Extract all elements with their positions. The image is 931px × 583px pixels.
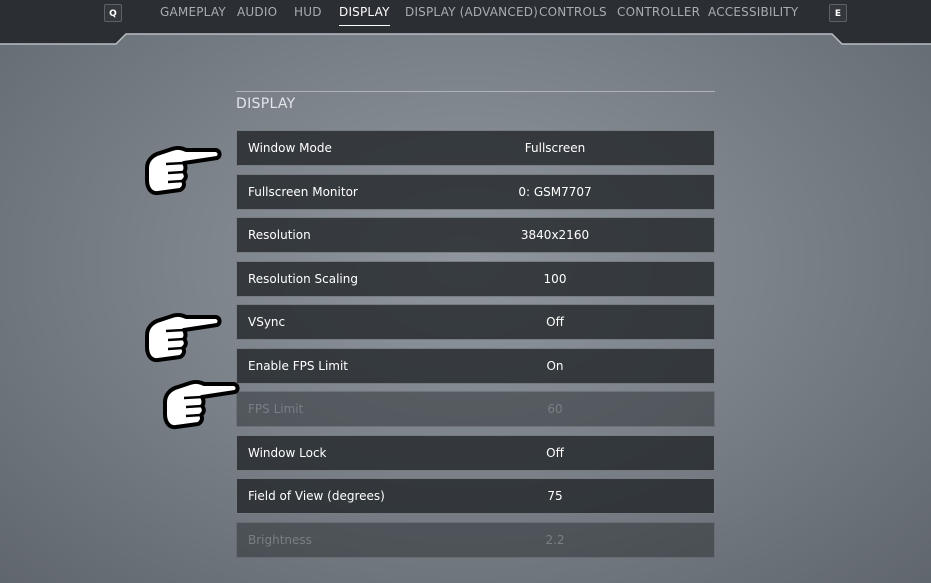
pointing-hand-icon — [163, 379, 240, 430]
setting-row-brightness: Brightness 2.2 — [236, 521, 715, 558]
setting-label: Enable FPS Limit — [248, 358, 349, 373]
setting-row-window-lock[interactable]: Window Lock Off — [236, 434, 715, 471]
setting-row-resolution-scaling[interactable]: Resolution Scaling 100 — [236, 260, 715, 297]
pointing-hand-icon — [145, 312, 222, 363]
pointing-hand-icon — [145, 145, 222, 196]
tab-audio[interactable]: AUDIO — [237, 5, 277, 19]
setting-value[interactable]: On — [505, 349, 605, 383]
setting-value: 2.2 — [545, 532, 565, 547]
setting-label: Resolution Scaling — [248, 271, 358, 286]
setting-label: FPS Limit — [248, 402, 304, 416]
setting-row-enable-fps-limit[interactable]: Enable FPS Limit On — [236, 347, 715, 384]
setting-value[interactable]: 100 — [505, 262, 605, 296]
setting-row-vsync[interactable]: VSync Off — [236, 304, 715, 340]
setting-label: Field of View (degrees) — [248, 489, 385, 503]
setting-label: VSync — [248, 315, 286, 329]
setting-label: Window Lock — [248, 445, 327, 460]
tab-accessibility[interactable]: ACCESSIBILITY — [708, 5, 798, 19]
setting-row-resolution[interactable]: Resolution 3840x2160 — [236, 217, 715, 253]
tab-display[interactable]: DISPLAY — [339, 5, 390, 26]
setting-row-fps-limit: FPS Limit 60 — [236, 391, 715, 427]
next-tab-key-hint[interactable]: E — [829, 4, 847, 22]
prev-tab-key-hint[interactable]: Q — [104, 4, 122, 22]
tab-controller[interactable]: CONTROLLER — [617, 5, 700, 19]
section-divider — [236, 91, 715, 92]
setting-label: Fullscreen Monitor — [248, 184, 358, 199]
setting-label: Window Mode — [248, 141, 332, 155]
setting-value[interactable]: Off — [505, 305, 605, 339]
setting-row-window-mode[interactable]: Window Mode Fullscreen — [236, 130, 715, 166]
tab-gameplay[interactable]: GAMEPLAY — [160, 5, 226, 19]
setting-value[interactable]: Fullscreen — [505, 131, 605, 165]
setting-label: Resolution — [248, 228, 311, 242]
setting-value[interactable]: Off — [505, 436, 605, 470]
setting-row-fullscreen-monitor[interactable]: Fullscreen Monitor 0: GSM7707 — [236, 173, 715, 210]
setting-label: Brightness — [248, 532, 312, 547]
tab-display-advanced[interactable]: DISPLAY (ADVANCED) — [405, 5, 538, 19]
setting-value[interactable]: 3840x2160 — [505, 218, 605, 252]
settings-list: Window Mode Fullscreen Fullscreen Monito… — [236, 130, 715, 565]
setting-row-field-of-view[interactable]: Field of View (degrees) 75 — [236, 478, 715, 514]
tab-controls[interactable]: CONTROLS — [539, 5, 607, 19]
top-nav-bar: Q GAMEPLAY AUDIO HUD DISPLAY DISPLAY (AD… — [0, 0, 931, 46]
setting-value[interactable]: 75 — [505, 479, 605, 513]
section-title: DISPLAY — [236, 96, 296, 112]
setting-value[interactable]: 0: GSM7707 — [505, 175, 605, 209]
setting-value: 60 — [547, 402, 563, 416]
tab-hud[interactable]: HUD — [294, 5, 322, 19]
